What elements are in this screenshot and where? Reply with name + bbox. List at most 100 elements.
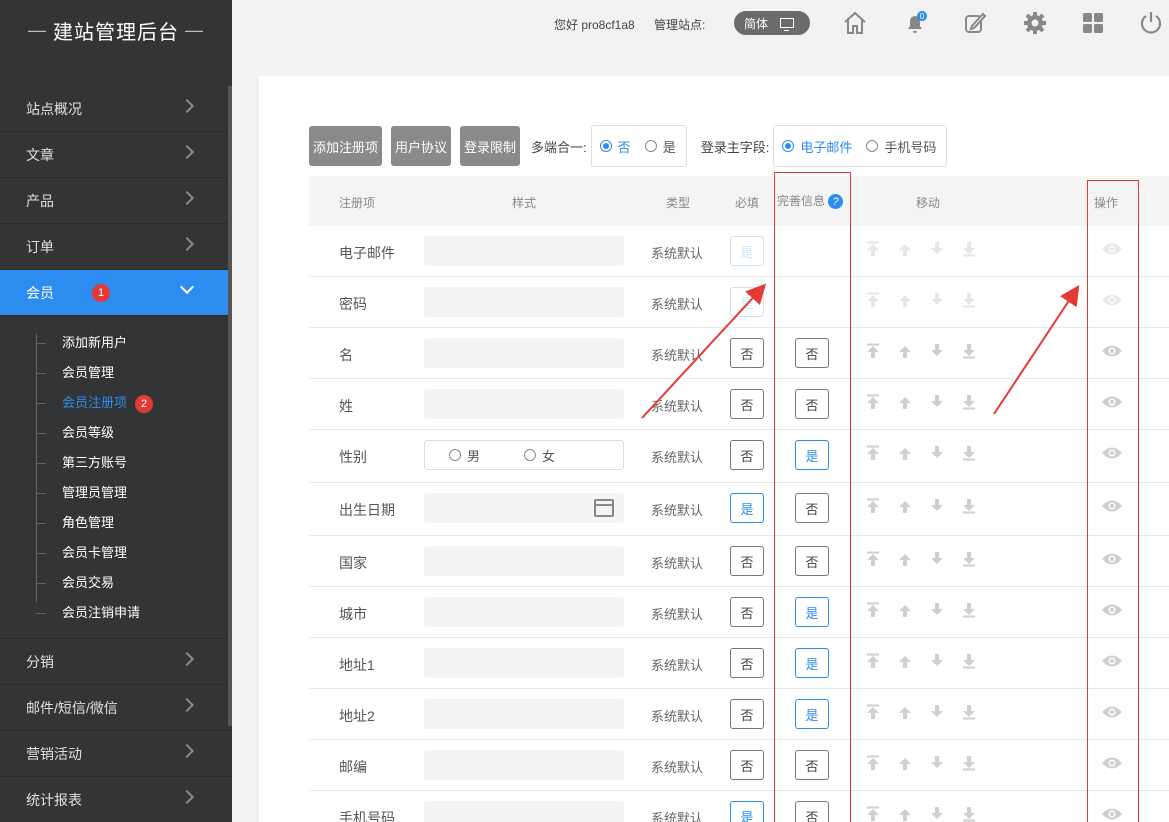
sidebar-item-products[interactable]: 产品 bbox=[0, 178, 232, 224]
move-down-icon[interactable] bbox=[929, 551, 945, 567]
required-toggle[interactable]: 否 bbox=[730, 546, 764, 576]
eye-icon[interactable] bbox=[1101, 241, 1123, 257]
move-down-icon[interactable] bbox=[929, 292, 945, 308]
submenu-registration-items[interactable]: 会员注册项 2 bbox=[0, 388, 232, 418]
move-up-icon[interactable] bbox=[897, 241, 913, 257]
move-top-icon[interactable] bbox=[865, 704, 881, 720]
required-toggle[interactable]: 是 bbox=[730, 801, 764, 822]
move-down-icon[interactable] bbox=[929, 653, 945, 669]
move-down-icon[interactable] bbox=[929, 755, 945, 771]
required-toggle[interactable]: 否 bbox=[730, 648, 764, 678]
required-toggle[interactable]: 否 bbox=[730, 597, 764, 627]
info-toggle[interactable]: 是 bbox=[795, 699, 829, 729]
bell-icon[interactable]: 0 bbox=[902, 10, 928, 36]
move-down-icon[interactable] bbox=[929, 394, 945, 410]
submenu-admin-management[interactable]: 管理员管理 bbox=[0, 478, 232, 508]
required-toggle[interactable]: 否 bbox=[730, 699, 764, 729]
power-icon[interactable] bbox=[1138, 10, 1164, 36]
sidebar-item-articles[interactable]: 文章 bbox=[0, 132, 232, 178]
move-bottom-icon[interactable] bbox=[961, 241, 977, 257]
eye-icon[interactable] bbox=[1101, 292, 1123, 308]
move-up-icon[interactable] bbox=[897, 755, 913, 771]
add-registration-item-button[interactable]: 添加注册项 bbox=[309, 126, 383, 166]
move-top-icon[interactable] bbox=[865, 551, 881, 567]
eye-icon[interactable] bbox=[1101, 704, 1123, 720]
move-up-icon[interactable] bbox=[897, 292, 913, 308]
move-bottom-icon[interactable] bbox=[961, 806, 977, 822]
user-agreement-button[interactable]: 用户协议 bbox=[391, 126, 452, 166]
sidebar-item-messaging[interactable]: 邮件/短信/微信 bbox=[0, 685, 232, 731]
info-toggle[interactable]: 是 bbox=[795, 648, 829, 678]
move-up-icon[interactable] bbox=[897, 602, 913, 618]
move-up-icon[interactable] bbox=[897, 653, 913, 669]
required-toggle[interactable]: 是 bbox=[730, 287, 764, 317]
required-toggle[interactable]: 否 bbox=[730, 338, 764, 368]
move-down-icon[interactable] bbox=[929, 806, 945, 822]
gender-male-radio[interactable]: 男 bbox=[449, 446, 480, 465]
sidebar-item-reports[interactable]: 统计报表 bbox=[0, 777, 232, 822]
move-down-icon[interactable] bbox=[929, 241, 945, 257]
info-toggle[interactable]: 是 bbox=[795, 440, 829, 470]
move-top-icon[interactable] bbox=[865, 653, 881, 669]
gender-female-radio[interactable]: 女 bbox=[524, 446, 555, 465]
info-toggle[interactable]: 否 bbox=[795, 801, 829, 822]
sidebar-scrollbar[interactable] bbox=[228, 86, 232, 726]
eye-icon[interactable] bbox=[1101, 498, 1123, 514]
move-top-icon[interactable] bbox=[865, 241, 881, 257]
move-bottom-icon[interactable] bbox=[961, 394, 977, 410]
info-toggle[interactable]: 是 bbox=[795, 597, 829, 627]
sidebar-item-distribution[interactable]: 分销 bbox=[0, 639, 232, 685]
move-bottom-icon[interactable] bbox=[961, 704, 977, 720]
edit-icon[interactable] bbox=[962, 10, 988, 36]
submenu-add-user[interactable]: 添加新用户 bbox=[0, 328, 232, 358]
move-up-icon[interactable] bbox=[897, 394, 913, 410]
eye-icon[interactable] bbox=[1101, 806, 1123, 822]
move-down-icon[interactable] bbox=[929, 343, 945, 359]
submenu-third-party[interactable]: 第三方账号 bbox=[0, 448, 232, 478]
eye-icon[interactable] bbox=[1101, 602, 1123, 618]
move-top-icon[interactable] bbox=[865, 343, 881, 359]
move-up-icon[interactable] bbox=[897, 343, 913, 359]
login-limit-button[interactable]: 登录限制 bbox=[460, 126, 521, 166]
home-icon[interactable] bbox=[842, 10, 868, 36]
info-toggle[interactable]: 否 bbox=[795, 389, 829, 419]
required-toggle[interactable]: 是 bbox=[730, 493, 764, 523]
info-toggle[interactable]: 否 bbox=[795, 338, 829, 368]
help-icon[interactable]: ? bbox=[828, 194, 844, 210]
move-bottom-icon[interactable] bbox=[961, 551, 977, 567]
move-top-icon[interactable] bbox=[865, 755, 881, 771]
required-toggle[interactable]: 否 bbox=[730, 750, 764, 780]
grid-icon[interactable] bbox=[1080, 10, 1106, 36]
multi-device-yes-radio[interactable]: 是 bbox=[644, 137, 676, 156]
sidebar-item-orders[interactable]: 订单 bbox=[0, 224, 232, 270]
move-bottom-icon[interactable] bbox=[961, 755, 977, 771]
move-bottom-icon[interactable] bbox=[961, 292, 977, 308]
required-toggle[interactable]: 否 bbox=[730, 440, 764, 470]
eye-icon[interactable] bbox=[1101, 653, 1123, 669]
eye-icon[interactable] bbox=[1101, 755, 1123, 771]
eye-icon[interactable] bbox=[1101, 343, 1123, 359]
submenu-member-management[interactable]: 会员管理 bbox=[0, 358, 232, 388]
move-up-icon[interactable] bbox=[897, 498, 913, 514]
sidebar-item-marketing[interactable]: 营销活动 bbox=[0, 731, 232, 777]
info-toggle[interactable]: 否 bbox=[795, 493, 829, 523]
submenu-deregistration[interactable]: 会员注销申请 bbox=[0, 598, 232, 628]
move-up-icon[interactable] bbox=[897, 445, 913, 461]
move-top-icon[interactable] bbox=[865, 498, 881, 514]
sidebar-item-overview[interactable]: 站点概况 bbox=[0, 86, 232, 132]
move-bottom-icon[interactable] bbox=[961, 498, 977, 514]
move-top-icon[interactable] bbox=[865, 394, 881, 410]
move-top-icon[interactable] bbox=[865, 292, 881, 308]
info-toggle[interactable]: 否 bbox=[795, 546, 829, 576]
move-bottom-icon[interactable] bbox=[961, 343, 977, 359]
move-top-icon[interactable] bbox=[865, 602, 881, 618]
submenu-member-transactions[interactable]: 会员交易 bbox=[0, 568, 232, 598]
login-email-radio[interactable]: 电子邮件 bbox=[782, 137, 852, 156]
login-phone-radio[interactable]: 手机号码 bbox=[866, 137, 936, 156]
submenu-role-management[interactable]: 角色管理 bbox=[0, 508, 232, 538]
move-up-icon[interactable] bbox=[897, 806, 913, 822]
language-switch[interactable]: 简体 bbox=[734, 11, 810, 35]
move-bottom-icon[interactable] bbox=[961, 445, 977, 461]
move-down-icon[interactable] bbox=[929, 704, 945, 720]
move-top-icon[interactable] bbox=[865, 806, 881, 822]
